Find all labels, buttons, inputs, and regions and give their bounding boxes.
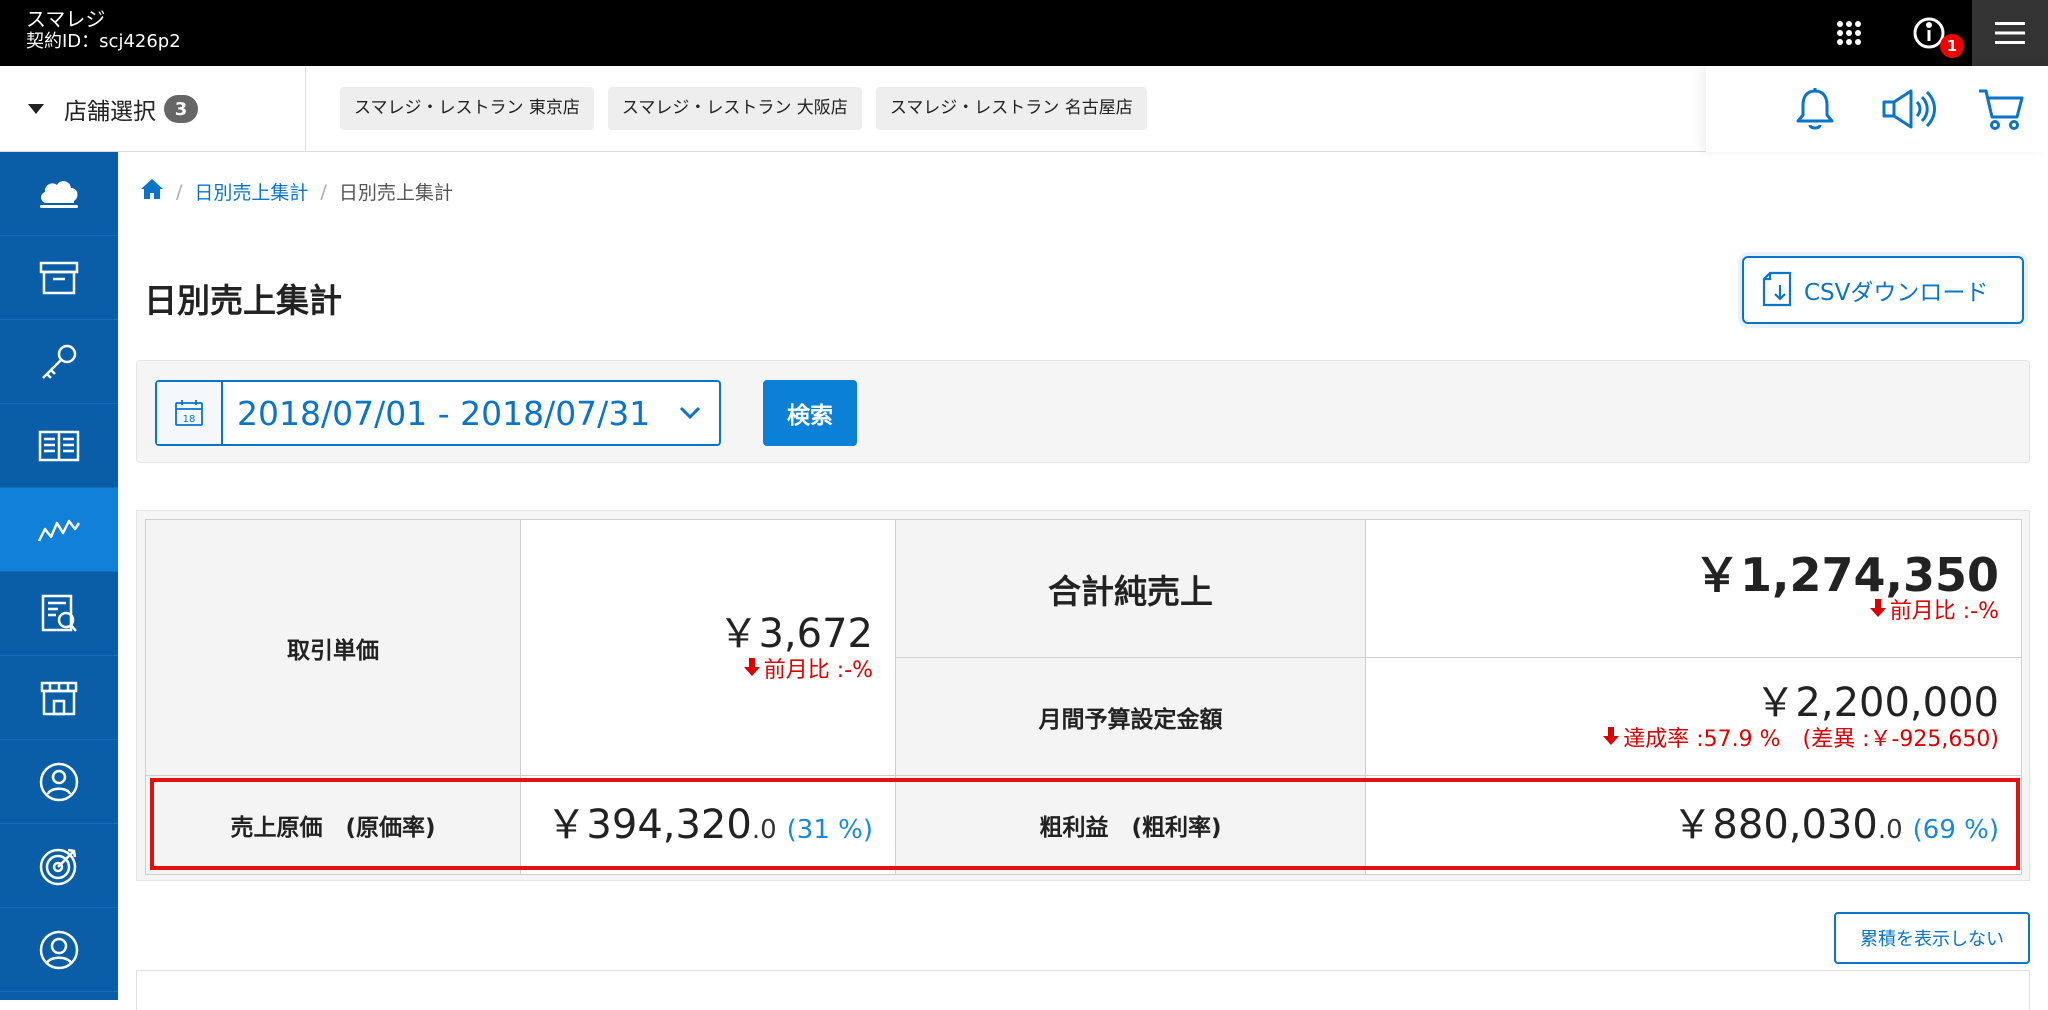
cost-of-sales-value: ￥394,320 (546, 802, 752, 848)
unit-price-change: 前月比 :-% (521, 657, 873, 685)
date-range-value: 2018/07/01 - 2018/07/31 (237, 393, 651, 433)
store-chip[interactable]: スマレジ・レストラン 名古屋店 (875, 87, 1147, 130)
search-button[interactable]: 検索 (763, 380, 857, 446)
budget-value: ￥2,200,000 (1755, 679, 1999, 726)
date-range-picker[interactable]: 18 2018/07/01 - 2018/07/31 (155, 380, 721, 446)
budget-achievement: 達成率 :57.9 % (差異 :￥-925,650) (1366, 726, 1999, 754)
csv-download-label: CSVダウンロード (1804, 280, 1989, 306)
unit-price-value: ￥3,672 (718, 610, 873, 657)
budget-label: 月間予算設定金額 (895, 657, 1366, 776)
target-icon (39, 848, 77, 885)
csv-file-download-icon (1762, 271, 1792, 307)
sidebar-item-archive[interactable] (0, 236, 118, 320)
chevron-down-icon (661, 382, 719, 444)
hide-cumulative-button[interactable]: 累積を表示しない (1834, 912, 2030, 964)
sidebar-item-staff[interactable] (0, 740, 118, 824)
arrow-down-icon (1603, 726, 1620, 754)
brand: スマレジ 契約ID：scj426p2 (26, 7, 181, 53)
store-icon (40, 681, 78, 715)
arrow-down-icon (743, 657, 760, 685)
report-icon (41, 594, 77, 632)
unit-price-cell: ￥3,672 前月比 :-% (520, 519, 896, 776)
gross-profit-decimal: .0 (1877, 815, 1903, 845)
store-chip[interactable]: スマレジ・レストラン 東京店 (340, 87, 594, 130)
store-select-dropdown[interactable]: 店舗選択 3 (0, 66, 306, 152)
megaphone-icon[interactable] (1878, 82, 1942, 136)
csv-download-button[interactable]: CSVダウンロード (1742, 256, 2024, 324)
sidebar-item-report[interactable] (0, 572, 118, 656)
app-name: スマレジ (26, 7, 106, 31)
daily-table-panel (136, 970, 2030, 1010)
hamburger-menu-icon[interactable] (1972, 0, 2048, 66)
cart-icon[interactable] (1974, 82, 2028, 136)
contract-id: 契約ID：scj426p2 (26, 31, 181, 52)
breadcrumb: / 日別売上集計 / 日別売上集計 (140, 178, 453, 205)
sales-summary-table: 取引単価 ￥3,672 前月比 :-% 合計純売上 ￥1,274,350 前月比… (145, 519, 2022, 875)
sidebar-item-cloud[interactable] (0, 152, 118, 236)
store-chip[interactable]: スマレジ・レストラン 大阪店 (607, 87, 862, 130)
archive-box-icon (39, 261, 79, 294)
page-title: 日別売上集計 (144, 281, 342, 320)
arrow-down-icon (1869, 598, 1886, 626)
breadcrumb-current: 日別売上集計 (338, 182, 453, 204)
breadcrumb-parent-link[interactable]: 日別売上集計 (194, 178, 308, 205)
sidebar-item-key[interactable] (0, 320, 118, 404)
book-icon (38, 430, 80, 461)
account-icon (39, 930, 79, 969)
store-select-label: 店舗選択 (64, 99, 156, 125)
unit-price-label: 取引単価 (145, 519, 521, 776)
sidebar-item-store[interactable] (0, 656, 118, 740)
sidebar-item-sales-analysis[interactable] (0, 488, 118, 572)
cost-rate: (31 %) (786, 815, 873, 845)
budget-cell: ￥2,200,000 達成率 :57.9 % (差異 :￥-925,650) (1365, 657, 2022, 776)
top-bar: スマレジ 契約ID：scj426p2 1 (0, 0, 2048, 66)
gross-profit-label: 粗利益 (粗利率) (895, 775, 1366, 875)
sidebar-item-target[interactable] (0, 824, 118, 908)
notification-badge: 1 (1940, 34, 1964, 58)
cost-of-sales-cell: ￥394,320.0 (31 %) (520, 775, 896, 875)
line-chart-icon (37, 519, 81, 542)
key-icon (42, 344, 77, 379)
search-panel: 18 2018/07/01 - 2018/07/31 検索 (136, 360, 2030, 463)
svg-text:18: 18 (183, 414, 196, 425)
breadcrumb-separator: / (176, 180, 183, 203)
caret-down-icon (28, 104, 44, 114)
sidebar-item-account[interactable] (0, 908, 118, 992)
net-sales-cell: ￥1,274,350 前月比 :-% (1365, 519, 2022, 658)
gross-profit-rate: (69 %) (1912, 815, 1999, 845)
calendar-icon: 18 (157, 382, 223, 444)
cloud-icon (40, 180, 78, 208)
home-icon[interactable] (140, 178, 164, 205)
gross-profit-cell: ￥880,030.0 (69 %) (1365, 775, 2022, 875)
sales-summary-panel: 取引単価 ￥3,672 前月比 :-% 合計純売上 ￥1,274,350 前月比… (136, 510, 2030, 881)
selected-stores: スマレジ・レストラン 東京店 スマレジ・レストラン 大阪店 スマレジ・レストラン… (340, 87, 1147, 130)
bell-icon[interactable] (1788, 82, 1842, 136)
header-actions (1706, 66, 2048, 152)
store-count-badge: 3 (164, 95, 198, 123)
net-sales-value: ￥1,274,350 (1694, 547, 1999, 602)
breadcrumb-separator: / (320, 180, 327, 203)
cost-of-sales-decimal: .0 (751, 815, 777, 845)
store-bar: 店舗選択 3 スマレジ・レストラン 東京店 スマレジ・レストラン 大阪店 スマレ… (0, 66, 2048, 152)
sidebar-item-book[interactable] (0, 404, 118, 488)
sidebar (0, 152, 118, 1000)
grid-apps-icon[interactable] (1816, 0, 1882, 66)
user-circle-icon (39, 762, 79, 801)
net-sales-label: 合計純売上 (895, 519, 1366, 658)
gross-profit-value: ￥880,030 (1672, 802, 1878, 848)
cost-of-sales-label: 売上原価 (原価率) (145, 775, 521, 875)
net-sales-change: 前月比 :-% (1366, 598, 1999, 626)
